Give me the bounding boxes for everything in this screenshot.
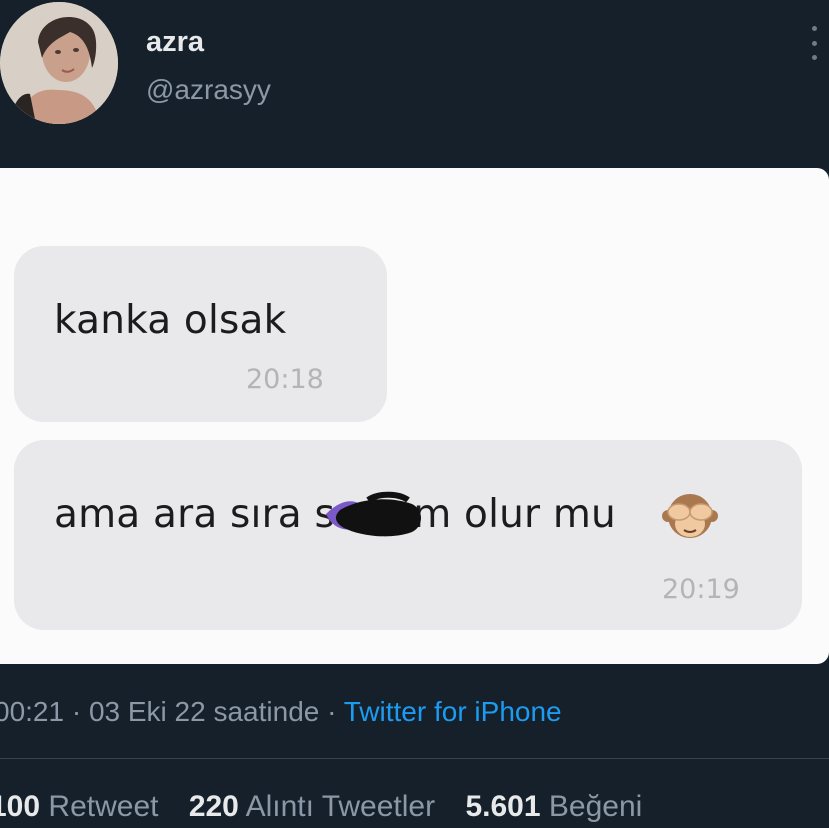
see-no-evil-monkey-icon xyxy=(662,494,718,538)
author-display-name[interactable]: azra xyxy=(146,26,204,59)
divider xyxy=(0,758,829,759)
message-text-start: ama ara sıra s xyxy=(54,492,336,537)
likes-stat[interactable]: 5.601 Beğeni xyxy=(465,790,642,823)
quotes-count: 220 xyxy=(188,790,239,823)
tweet-source-link[interactable]: Twitter for iPhone xyxy=(344,696,562,727)
meta-separator: · xyxy=(319,696,344,727)
tweet-meta: 00:21 · 03 Eki 22 saatinde · Twitter for… xyxy=(0,696,562,728)
censor-scribble xyxy=(326,491,421,537)
retweets-label: Retweet xyxy=(48,790,159,823)
tweet-media-image[interactable]: kanka olsak 20:18 ama ara sıra s em olur … xyxy=(0,168,829,664)
avatar-photo xyxy=(0,2,118,124)
quotes-label: Alıntı Tweetler xyxy=(245,790,436,823)
likes-count: 5.601 xyxy=(465,790,541,823)
likes-label: Beğeni xyxy=(548,790,643,823)
message-time: 20:19 xyxy=(662,574,740,605)
message-text: kanka olsak xyxy=(54,298,287,343)
avatar[interactable] xyxy=(0,2,118,124)
retweets-stat[interactable]: 100 Retweet xyxy=(0,790,158,823)
retweets-count: 100 xyxy=(0,790,41,823)
tweet-stats: 100 Retweet 220 Alıntı Tweetler 5.601 Be… xyxy=(0,790,642,824)
chat-bubble: ama ara sıra s em olur mu 20:19 xyxy=(14,440,802,630)
chat-bubble: kanka olsak 20:18 xyxy=(14,246,387,422)
author-handle[interactable]: @azrasyy xyxy=(146,74,271,106)
message-time: 20:18 xyxy=(246,364,324,395)
tweet-timestamp[interactable]: 00:21 · 03 Eki 22 saatinde xyxy=(0,696,319,727)
more-vertical-icon[interactable] xyxy=(808,26,820,60)
quotes-stat[interactable]: 220 Alıntı Tweetler xyxy=(189,790,435,823)
